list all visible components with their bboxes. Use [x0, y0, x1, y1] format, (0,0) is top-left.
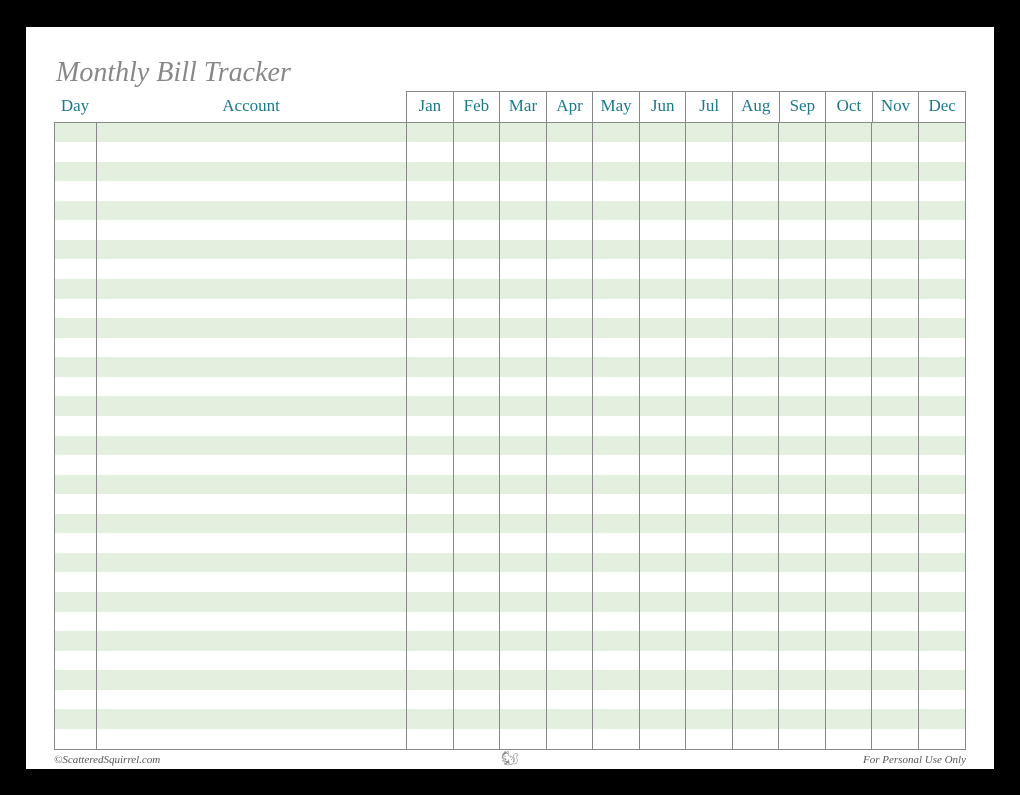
header-month-jan: Jan: [407, 91, 454, 122]
header-month-dec: Dec: [919, 91, 966, 122]
col-line-oct: [826, 123, 873, 749]
col-line-may: [593, 123, 640, 749]
col-line-sep: [779, 123, 826, 749]
col-line-mar: [500, 123, 547, 749]
tracker-grid: [54, 122, 966, 750]
col-line-aug: [733, 123, 780, 749]
col-line-account: [97, 123, 407, 749]
col-line-apr: [547, 123, 594, 749]
col-line-nov: [872, 123, 919, 749]
col-line-jul: [686, 123, 733, 749]
header-month-oct: Oct: [826, 91, 873, 122]
footer-copyright: ©ScatteredSquirrel.com: [54, 754, 160, 766]
footer: ©ScatteredSquirrel.com 🐿 For Personal Us…: [54, 754, 966, 766]
header-month-mar: Mar: [500, 91, 547, 122]
header-month-jun: Jun: [639, 91, 686, 122]
header-month-may: May: [593, 91, 640, 122]
header-month-feb: Feb: [453, 91, 500, 122]
page: Monthly Bill Tracker Day Account Jan Feb…: [26, 27, 994, 769]
header-month-nov: Nov: [872, 91, 919, 122]
footer-logo: 🐿: [501, 751, 519, 768]
header-row: Day Account Jan Feb Mar Apr May Jun Jul …: [54, 91, 966, 122]
col-line-jan: [407, 123, 454, 749]
header-month-jul: Jul: [686, 91, 733, 122]
column-lines: [55, 123, 965, 749]
header-month-apr: Apr: [546, 91, 593, 122]
page-title: Monthly Bill Tracker: [56, 57, 966, 89]
col-line-feb: [454, 123, 501, 749]
header-month-sep: Sep: [779, 91, 826, 122]
tracker-header-table: Day Account Jan Feb Mar Apr May Jun Jul …: [54, 91, 966, 122]
header-account: Account: [96, 91, 407, 122]
col-line-day: [55, 123, 97, 749]
footer-usage: For Personal Use Only: [863, 754, 966, 766]
squirrel-icon: 🐿: [501, 751, 519, 768]
col-line-jun: [640, 123, 687, 749]
col-line-dec: [919, 123, 966, 749]
header-day: Day: [54, 91, 96, 122]
header-month-aug: Aug: [733, 91, 780, 122]
